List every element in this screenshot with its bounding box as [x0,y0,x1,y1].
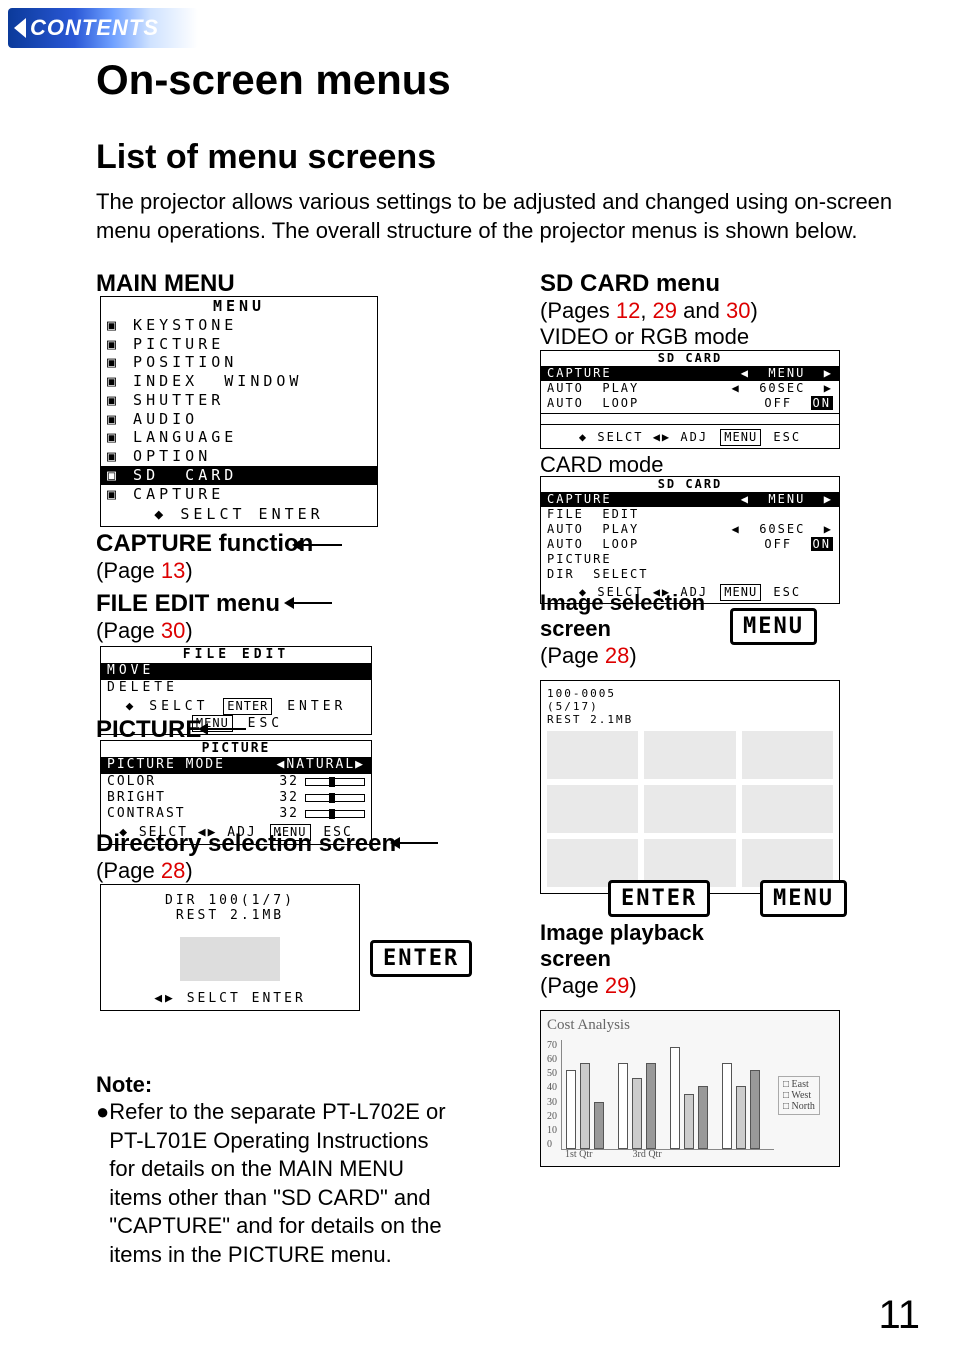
card-mode-label: CARD mode [540,452,663,478]
main-menu-footer: ◆ SELCT ENTER [101,503,377,526]
menu-item: ▣ KEYSTONE [101,316,377,335]
bar [736,1086,746,1149]
arrow [206,728,246,730]
bar [750,1070,760,1149]
bar [646,1063,656,1149]
img-sel-box: 100-0005 (5/17) REST 2.1MB [540,680,840,894]
picture-row: PICTURE MODE◀NATURAL▶ [101,757,371,773]
bar [618,1063,628,1149]
menu-key-1: MENU [730,608,817,645]
page-number: 11 [878,1293,920,1338]
capture-label: CAPTURE function (Page 13) [96,530,313,584]
menu-item: ▣ POSITION [101,353,377,372]
bar [698,1086,708,1149]
img-sel-label: Image selection screen (Page 28) [540,590,710,669]
bar [566,1070,576,1149]
menu-item: ▣ OPTION [101,447,377,466]
main-menu-box: MENU ▣ KEYSTONE▣ PICTURE▣ POSITION▣ INDE… [100,296,378,527]
chart-title: Cost Analysis [547,1017,833,1034]
main-menu-label: MAIN MENU [96,270,235,298]
note: Note: ● Refer to the separate PT-L702E o… [96,1072,456,1270]
enter-key-2: ENTER [608,880,710,917]
slider-icon [305,778,365,786]
contents-label: CONTENTS [30,15,159,41]
section-heading: List of menu screens [96,138,906,177]
enter-key: ENTER [370,940,472,977]
file-edit-label: FILE EDIT menu (Page 30) [96,590,280,644]
menu-item: ▣ AUDIO [101,410,377,429]
picture-row: BRIGHT32 [101,790,371,806]
sd-row: DIR SELECT [541,567,839,582]
bar [632,1078,642,1149]
sd-box-2: SD CARD CAPTURE◀ MENU ▶FILE EDITAUTO PLA… [540,476,840,604]
dir-box: DIR 100(1/7) REST 2.1MB ◀▶ SELCT ENTER [100,884,360,1011]
sd-label: SD CARD menu (Pages 12, 29 and 30) VIDEO… [540,270,758,350]
sd-row: PICTURE [541,552,839,567]
picture-row: CONTRAST32 [101,806,371,822]
page-content: On-screen menus List of menu screens The… [96,56,906,245]
menu-item: ▣ SD CARD [101,466,377,485]
picture-box: PICTURE PICTURE MODE◀NATURAL▶COLOR32BRIG… [100,740,372,845]
dir-label: Directory selection screen (Page 28) [96,830,396,884]
menu-item: ▣ PICTURE [101,335,377,354]
sd-row: FILE EDIT [541,507,839,522]
menu-item: ▣ CAPTURE [101,485,377,504]
page-title: On-screen menus [96,56,906,104]
menu-item: ▣ LANGUAGE [101,428,377,447]
sd-row: AUTO PLAY◀ 60SEC ▶ [541,381,839,396]
sd-row: AUTO LOOPOFF ON [541,396,839,411]
bar [580,1063,590,1149]
chart: Cost Analysis 010203040506070 □ East□ We… [540,1010,840,1167]
bar [594,1102,604,1149]
sd-box-1: SD CARD CAPTURE◀ MENU ▶AUTO PLAY◀ 60SEC … [540,350,840,449]
picture-row: COLOR32 [101,774,371,790]
dir-thumb [180,937,280,981]
menu-key-2: MENU [760,880,847,917]
menu-item: ▣ INDEX WINDOW [101,372,377,391]
sd-row: CAPTURE◀ MENU ▶ [541,492,839,507]
slider-icon [305,794,365,802]
contents-button[interactable]: CONTENTS [8,8,198,48]
bar [722,1063,732,1149]
sd-row: AUTO PLAY◀ 60SEC ▶ [541,522,839,537]
arrow [292,602,332,604]
sd-row: AUTO LOOPOFF ON [541,537,839,552]
bar [670,1047,680,1149]
img-play-label: Image playback screen (Page 29) [540,920,710,999]
sd-row: CAPTURE◀ MENU ▶ [541,366,839,381]
menu-item: ▣ SHUTTER [101,391,377,410]
arrow [300,544,342,546]
arrow [398,842,438,844]
slider-icon [305,810,365,818]
bar [684,1094,694,1149]
intro-text: The projector allows various settings to… [96,187,906,245]
